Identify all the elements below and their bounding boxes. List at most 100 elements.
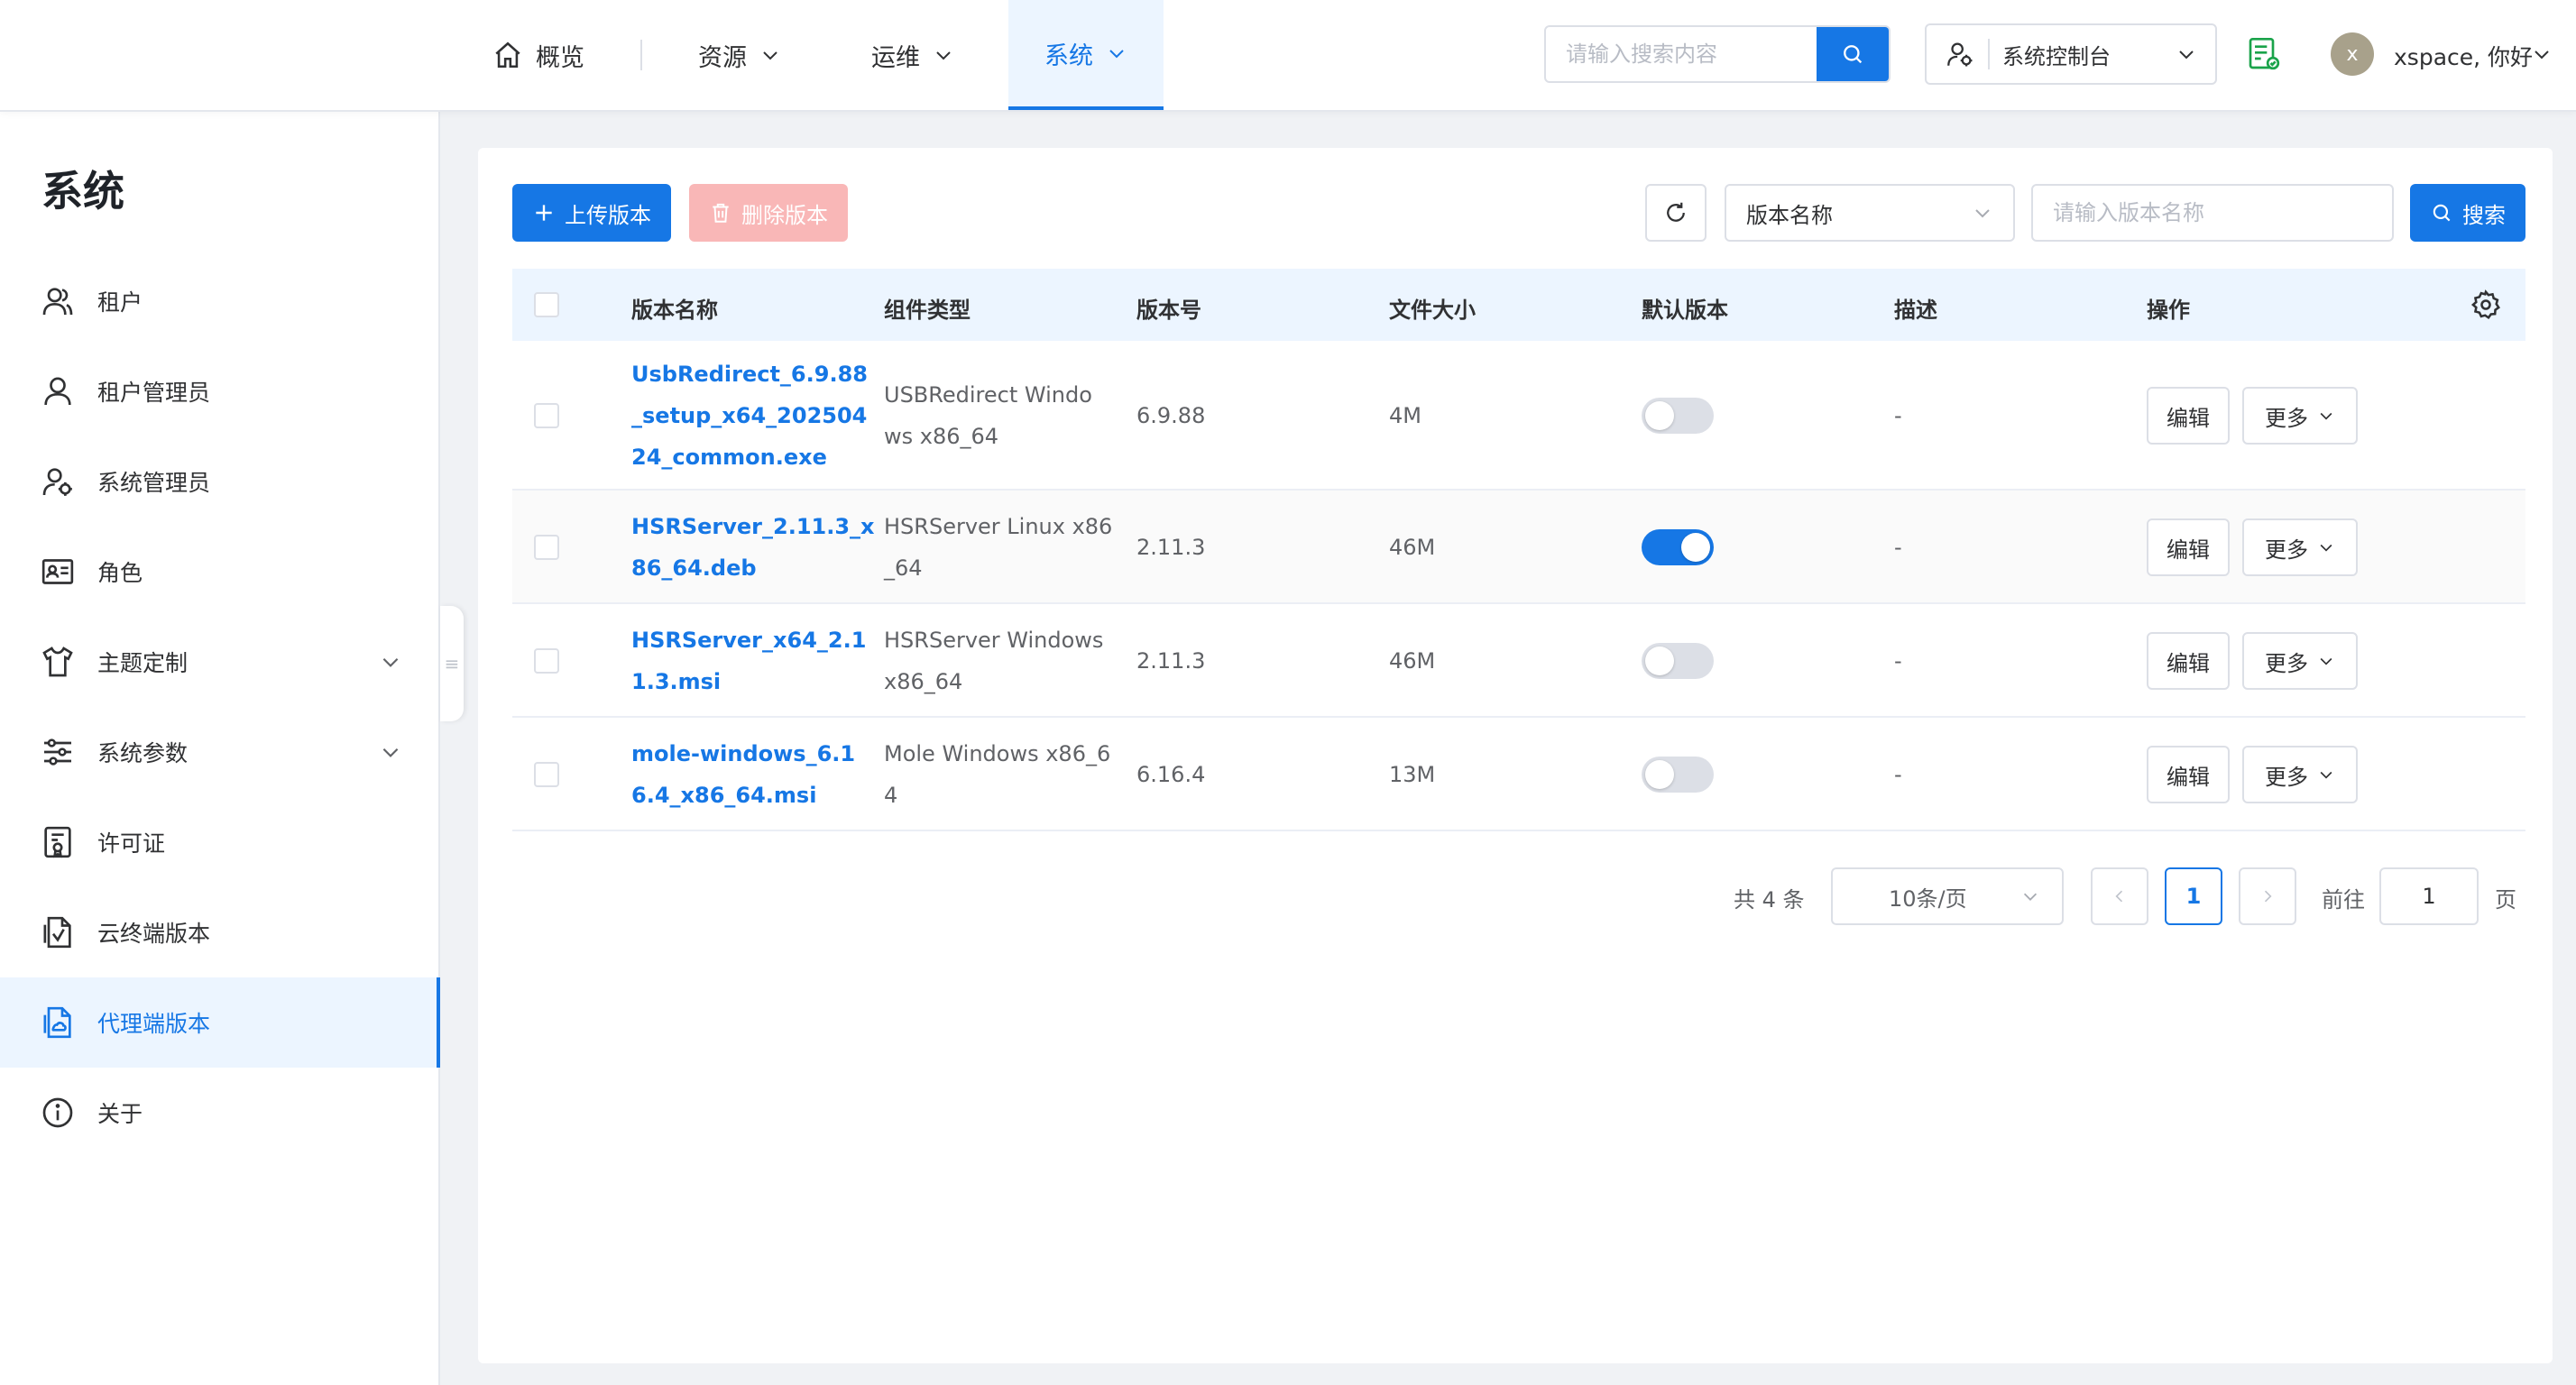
nav-system[interactable]: 系统 bbox=[1008, 0, 1164, 110]
column-header[interactable]: 版本名称 bbox=[631, 292, 718, 324]
sidebar-item-role[interactable]: 角色 bbox=[0, 527, 440, 617]
sidebar-item-cloud-terminal-version[interactable]: 云终端版本 bbox=[0, 887, 440, 977]
refresh-button[interactable] bbox=[1645, 184, 1707, 242]
chevron-down-icon bbox=[2320, 412, 2332, 420]
default-version-toggle[interactable] bbox=[1642, 529, 1714, 565]
column-settings-icon[interactable] bbox=[2470, 289, 2502, 321]
chevron-down-icon bbox=[2320, 771, 2332, 779]
version-name-link[interactable]: mole-windows_6.1 6.4_x86_64.msi bbox=[631, 733, 855, 816]
goto-page-input[interactable]: 1 bbox=[2379, 867, 2479, 925]
column-header[interactable]: 文件大小 bbox=[1389, 292, 1476, 324]
more-button[interactable]: 更多 bbox=[2242, 518, 2358, 576]
user-greeting[interactable]: xspace, 你好 bbox=[2394, 40, 2533, 72]
sidebar-item-agent-version[interactable]: 代理端版本 bbox=[0, 977, 440, 1068]
sidebar-item-label: 主题定制 bbox=[97, 650, 189, 676]
edit-button[interactable]: 编辑 bbox=[2147, 632, 2230, 690]
sidebar-item-license[interactable]: 许可证 bbox=[0, 797, 440, 887]
description: - bbox=[1894, 762, 1902, 787]
column-header[interactable]: 版本号 bbox=[1136, 292, 1201, 324]
page-size-select[interactable]: 10条/页 bbox=[1831, 867, 2064, 925]
file-size: 46M bbox=[1389, 535, 1436, 560]
prev-page-button[interactable] bbox=[2091, 867, 2148, 925]
nav-resources[interactable]: 资源 bbox=[698, 0, 781, 110]
global-search-input[interactable] bbox=[1546, 27, 1818, 81]
sidebar-item-label: 租户管理员 bbox=[97, 380, 211, 406]
sidebar-item-label: 关于 bbox=[97, 1101, 143, 1127]
delete-version-button[interactable]: 删除版本 bbox=[689, 184, 848, 242]
home-icon bbox=[495, 41, 520, 69]
chevron-right-icon bbox=[2264, 890, 2272, 903]
edit-button[interactable]: 编辑 bbox=[2147, 387, 2230, 445]
chevron-down-icon bbox=[2320, 544, 2332, 552]
row-checkbox[interactable] bbox=[534, 535, 559, 560]
default-version-toggle[interactable] bbox=[1642, 757, 1714, 793]
component-type: Mole Windows x86_6 4 bbox=[884, 741, 1111, 808]
version-name-link[interactable]: UsbRedirect_6.9.88 _setup_x64_202504 24_co… bbox=[631, 353, 868, 478]
plus-icon bbox=[536, 205, 552, 221]
page-suffix: 页 bbox=[2495, 887, 2516, 913]
description: - bbox=[1894, 648, 1902, 674]
column-header[interactable]: 组件类型 bbox=[884, 292, 971, 324]
sidebar-item-system-admin[interactable]: 系统管理员 bbox=[0, 436, 440, 527]
filter-field-select[interactable]: 版本名称 bbox=[1725, 184, 2015, 242]
global-search-button[interactable] bbox=[1817, 27, 1889, 81]
table-row: HSRServer_2.11.3_x 86_64.deb HSRServer Li… bbox=[512, 491, 2525, 604]
sidebar: 系统 租户 租户管理员 系统管理员 角色 主题定制 系统参数 许可证 云终端版本… bbox=[0, 112, 440, 1385]
nav-overview[interactable]: 概览 bbox=[492, 0, 584, 110]
info-icon bbox=[42, 1097, 73, 1128]
column-header[interactable]: 描述 bbox=[1894, 292, 1937, 324]
row-checkbox[interactable] bbox=[534, 648, 559, 674]
default-version-toggle[interactable] bbox=[1642, 643, 1714, 679]
chevron-down-icon bbox=[1109, 50, 1124, 59]
id-card-icon bbox=[41, 559, 74, 584]
next-page-button[interactable] bbox=[2239, 867, 2296, 925]
upload-version-button[interactable]: 上传版本 bbox=[512, 184, 671, 242]
chevron-down-icon bbox=[1975, 209, 1990, 218]
chevron-down-icon bbox=[936, 51, 951, 60]
more-button[interactable]: 更多 bbox=[2242, 746, 2358, 803]
sliders-icon bbox=[44, 738, 71, 766]
version-name-link[interactable]: HSRServer_x64_2.1 1.3.msi bbox=[631, 619, 866, 702]
default-version-toggle[interactable] bbox=[1642, 398, 1714, 434]
sidebar-item-tenant[interactable]: 租户 bbox=[0, 256, 440, 346]
search-button[interactable]: 搜索 bbox=[2410, 184, 2525, 242]
select-all-checkbox[interactable] bbox=[534, 292, 559, 317]
users-icon bbox=[42, 288, 73, 316]
nav-overview-label: 概览 bbox=[536, 43, 584, 72]
table-row: mole-windows_6.1 6.4_x86_64.msi Mole Wind… bbox=[512, 718, 2525, 831]
sidebar-item-system-params[interactable]: 系统参数 bbox=[0, 707, 440, 797]
upload-version-label: 上传版本 bbox=[565, 202, 651, 228]
sidebar-title: 系统 bbox=[41, 167, 124, 216]
user-icon bbox=[44, 377, 71, 406]
user-gear-icon bbox=[1947, 42, 1973, 67]
sidebar-collapse-handle[interactable]: ≡ bbox=[440, 606, 464, 721]
avatar[interactable]: x bbox=[2331, 32, 2374, 76]
edit-button[interactable]: 编辑 bbox=[2147, 746, 2230, 803]
edit-button[interactable]: 编辑 bbox=[2147, 518, 2230, 576]
row-checkbox[interactable] bbox=[534, 403, 559, 428]
main-card: 上传版本 删除版本 版本名称 搜索 版本名称 组件类型 版本号 文件大小 默认版… bbox=[478, 148, 2553, 1363]
chevron-down-icon[interactable] bbox=[2531, 43, 2553, 65]
version-number: 6.16.4 bbox=[1136, 762, 1206, 787]
console-selector[interactable]: 系统控制台 bbox=[1925, 23, 2217, 85]
drag-handle-icon: ≡ bbox=[444, 653, 460, 674]
row-checkbox[interactable] bbox=[534, 762, 559, 787]
page-number-1[interactable]: 1 bbox=[2165, 867, 2222, 925]
version-name-link[interactable]: HSRServer_2.11.3_x 86_64.deb bbox=[631, 506, 875, 589]
version-name-input[interactable] bbox=[2033, 186, 2392, 240]
nav-ops[interactable]: 运维 bbox=[871, 0, 954, 110]
sidebar-item-tenant-admin[interactable]: 租户管理员 bbox=[0, 346, 440, 436]
nav-resources-label: 资源 bbox=[698, 43, 747, 72]
column-header[interactable]: 操作 bbox=[2147, 292, 2190, 324]
user-gear-icon bbox=[42, 468, 72, 496]
more-button[interactable]: 更多 bbox=[2242, 632, 2358, 690]
task-list-icon[interactable] bbox=[2246, 36, 2282, 72]
column-header[interactable]: 默认版本 bbox=[1642, 292, 1728, 324]
file-size: 13M bbox=[1389, 762, 1436, 787]
sidebar-item-theme[interactable]: 主题定制 bbox=[0, 617, 440, 707]
file-cloud-icon bbox=[43, 1006, 71, 1039]
sidebar-item-about[interactable]: 关于 bbox=[0, 1068, 440, 1158]
global-search bbox=[1544, 25, 1891, 83]
component-type: USBRedirect Windo ws x86_64 bbox=[884, 382, 1092, 449]
more-button[interactable]: 更多 bbox=[2242, 387, 2358, 445]
